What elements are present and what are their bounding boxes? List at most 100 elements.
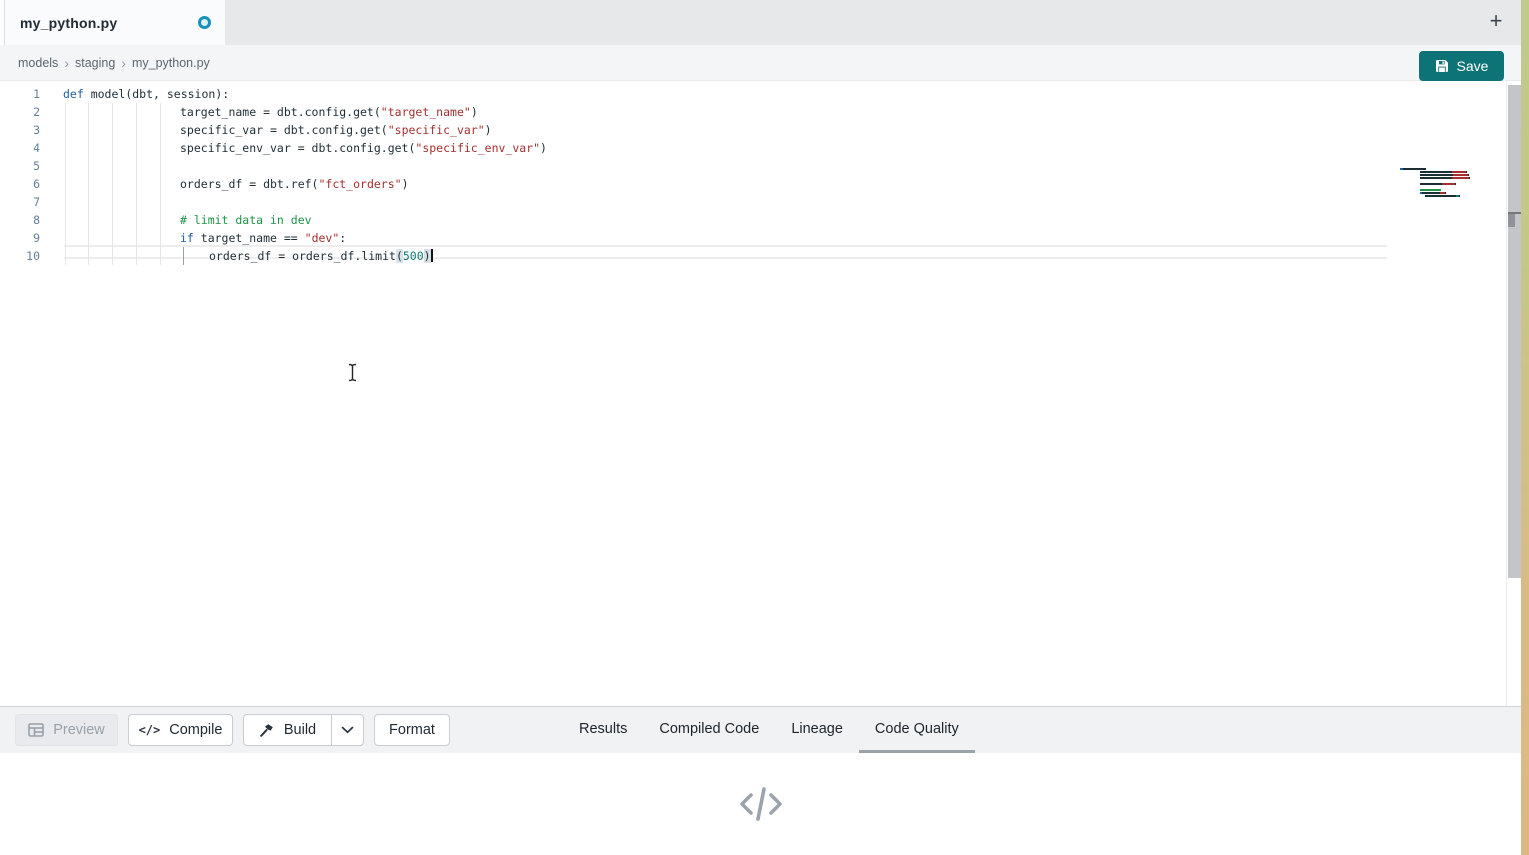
tab-compiled-code-label: Compiled Code [659,721,759,737]
code-token: orders_df = orders_df.limit [209,249,396,263]
code-line[interactable]: 8 # limit data in dev [0,211,1521,229]
file-tab-my-python[interactable]: my_python.py [5,0,225,45]
minimap-line [1420,192,1470,194]
minimap-line [1420,186,1470,188]
code-token: specific_var = dbt.config.get( [180,123,388,137]
save-button[interactable]: Save [1419,51,1504,81]
code-line[interactable]: 3specific_var = dbt.config.get("specific… [0,121,1521,139]
indent-guide [65,193,66,211]
line-number[interactable]: 2 [0,103,40,121]
indent-guide [160,211,161,229]
chevron-right-icon: › [64,55,69,71]
indent-guide [160,139,161,157]
bottom-toolbar: Preview </> Compile Build [0,707,1521,753]
tab-code-quality-label: Code Quality [875,721,959,737]
code-line[interactable]: 6orders_df = dbt.ref("fct_orders") [0,175,1521,193]
indent-guide [160,247,161,265]
line-number[interactable]: 6 [0,175,40,193]
bottom-tabs: Results Compiled Code Lineage Code Quali… [563,707,975,753]
indent-guide [136,175,137,193]
line-number[interactable]: 4 [0,139,40,157]
code-line[interactable]: 10 orders_df = orders_df.limit(500) [0,247,1521,265]
indent-guide [160,175,161,193]
code-line[interactable]: 7 [0,193,1521,211]
mouse-ibeam-cursor-icon [347,363,358,387]
indent-guide [65,121,66,139]
code-token: ) [485,123,492,137]
editor-tab-bar: my_python.py + [0,0,1521,45]
preview-button[interactable]: Preview [15,714,118,746]
line-number[interactable]: 10 [0,247,40,265]
minimap-segment [1420,174,1453,176]
code-brackets-icon: </> [139,723,161,737]
line-number[interactable]: 9 [0,229,40,247]
line-number[interactable]: 7 [0,193,40,211]
code-token: "dev" [305,231,340,245]
indent-guide [136,121,137,139]
minimap-line [1420,183,1470,185]
scrollbar-marker-block [1508,214,1515,227]
indent-guide [112,157,113,175]
breadcrumb-staging[interactable]: staging [75,56,115,70]
indent-guide [112,247,113,265]
indent-guide [160,229,161,247]
code-token: orders_df = dbt.ref( [180,177,318,191]
code-text [63,157,180,175]
indent-guide [88,229,89,247]
minimap[interactable] [1400,168,1470,198]
bottom-panel: Preview </> Compile Build [0,706,1521,855]
preview-button-label: Preview [53,722,105,738]
code-line[interactable]: 5 [0,157,1521,175]
code-text: # limit data in dev [63,211,312,229]
compile-button[interactable]: </> Compile [128,714,233,746]
code-token: specific_env_var = dbt.config.get( [180,141,415,155]
code-token: 500 [403,249,424,263]
tab-results[interactable]: Results [563,707,643,753]
text-caret [431,249,433,262]
indent-guide [88,175,89,193]
new-tab-button[interactable]: + [1483,8,1509,34]
indent-guide [136,229,137,247]
code-text [63,193,180,211]
code-line[interactable]: 2target_name = dbt.config.get("target_na… [0,103,1521,121]
minimap-segment [1420,183,1442,185]
editor-scrollbar[interactable] [1508,85,1521,578]
build-button[interactable]: Build [243,714,331,746]
line-number[interactable]: 3 [0,121,40,139]
indent-guide [88,247,89,265]
tab-code-quality[interactable]: Code Quality [859,707,975,753]
minimap-segment [1459,195,1460,197]
code-text: orders_df = orders_df.limit(500) [63,247,433,265]
line-number[interactable]: 1 [0,85,40,103]
minimap-line [1420,180,1470,182]
code-token: ) [471,105,478,119]
code-editor[interactable]: 1def model(dbt, session):2target_name = … [0,81,1521,706]
minimap-segment [1422,192,1440,194]
unsaved-indicator-dot[interactable] [198,16,211,29]
table-grid-icon [28,723,44,737]
line-number[interactable]: 5 [0,157,40,175]
indent-guide [88,103,89,121]
minimap-segment [1420,177,1452,179]
breadcrumb-file[interactable]: my_python.py [132,56,210,70]
code-line[interactable]: 9if target_name == "dev": [0,229,1521,247]
floppy-disk-icon [1435,59,1449,73]
minimap-line [1425,195,1470,197]
code-line[interactable]: 1def model(dbt, session): [0,85,1521,103]
code-token: # limit data in dev [180,213,312,227]
code-token: : [339,231,346,245]
chevron-right-icon: › [121,55,126,71]
tab-lineage[interactable]: Lineage [775,707,859,753]
breadcrumb-models[interactable]: models [18,56,58,70]
editor-edge-divider [1506,81,1507,706]
indent-guide [65,103,66,121]
build-options-dropdown-button[interactable] [331,714,364,746]
indent-guide [65,211,66,229]
format-button[interactable]: Format [374,714,450,746]
line-number[interactable]: 8 [0,211,40,229]
indent-guide [112,193,113,211]
minimap-segment [1442,183,1455,185]
tab-compiled-code[interactable]: Compiled Code [643,707,775,753]
indent-guide [136,139,137,157]
code-line[interactable]: 4specific_env_var = dbt.config.get("spec… [0,139,1521,157]
